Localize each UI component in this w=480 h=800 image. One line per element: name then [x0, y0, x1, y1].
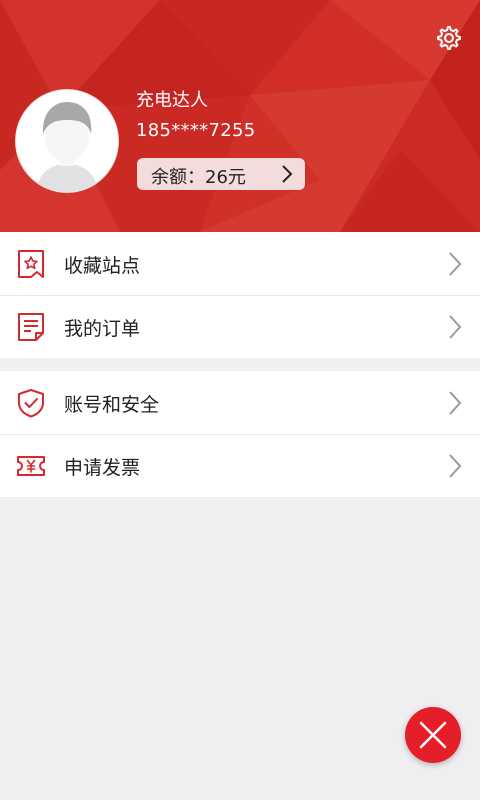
user-phone: 185****7255 [136, 120, 256, 141]
menu-group-account-invoice: 账号和安全 申请发票 [0, 371, 480, 497]
balance-button[interactable]: 余额：26元 [137, 158, 305, 190]
close-fab-button[interactable] [405, 707, 461, 763]
user-name: 充电达人 [136, 90, 208, 111]
avatar[interactable] [16, 90, 118, 192]
chevron-right-icon [282, 165, 293, 183]
settings-gear-icon[interactable] [432, 22, 464, 54]
default-avatar-icon [16, 90, 118, 192]
chevron-right-icon [449, 454, 462, 478]
shield-check-icon [18, 389, 44, 418]
chevron-right-icon [449, 315, 462, 339]
profile-header: 充电达人 185****7255 余额：26元 [0, 0, 480, 232]
order-list-icon [18, 313, 44, 341]
menu-item-label: 我的订单 [64, 318, 141, 340]
menu-item-favorite-stations[interactable]: 收藏站点 [0, 232, 480, 295]
menu-item-label: 申请发票 [64, 457, 141, 479]
bookmark-star-icon [18, 250, 44, 278]
menu-item-label: 收藏站点 [64, 255, 141, 277]
chevron-right-icon [449, 391, 462, 415]
menu-item-label: 账号和安全 [64, 394, 160, 416]
menu-item-request-invoice[interactable]: 申请发票 [0, 434, 480, 497]
invoice-ticket-icon [17, 456, 45, 476]
close-icon [419, 721, 447, 749]
menu-group-favorites-orders: 收藏站点 我的订单 [0, 232, 480, 358]
menu-item-my-orders[interactable]: 我的订单 [0, 295, 480, 358]
menu-item-account-security[interactable]: 账号和安全 [0, 371, 480, 434]
chevron-right-icon [449, 252, 462, 276]
balance-label: 余额：26元 [151, 167, 246, 188]
